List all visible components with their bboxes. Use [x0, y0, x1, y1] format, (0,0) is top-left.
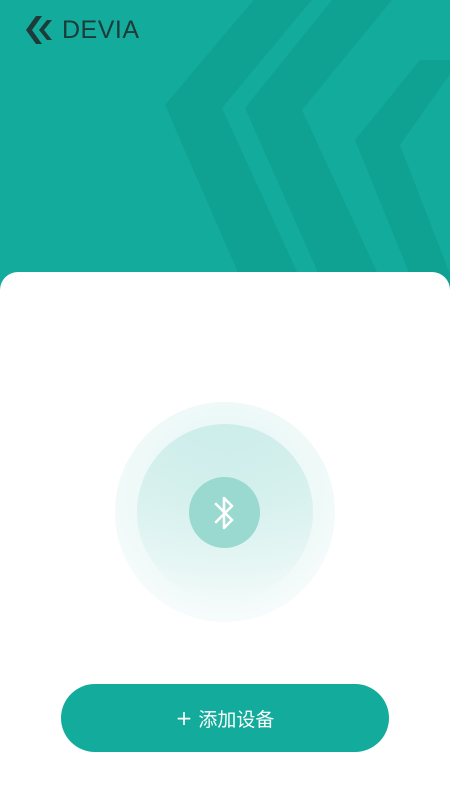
add-device-label: 添加设备: [198, 708, 275, 731]
plus-icon: +: [175, 706, 193, 730]
brand-name: DEVIA: [62, 16, 140, 44]
brand: DEVIA: [24, 14, 140, 46]
bluetooth-icon: [214, 496, 233, 529]
bluetooth-status-circle: [189, 477, 260, 548]
header-banner: DEVIA: [0, 0, 450, 300]
devia-chevron-logo-icon: [26, 16, 52, 44]
add-device-button[interactable]: + 添加设备: [61, 684, 389, 752]
